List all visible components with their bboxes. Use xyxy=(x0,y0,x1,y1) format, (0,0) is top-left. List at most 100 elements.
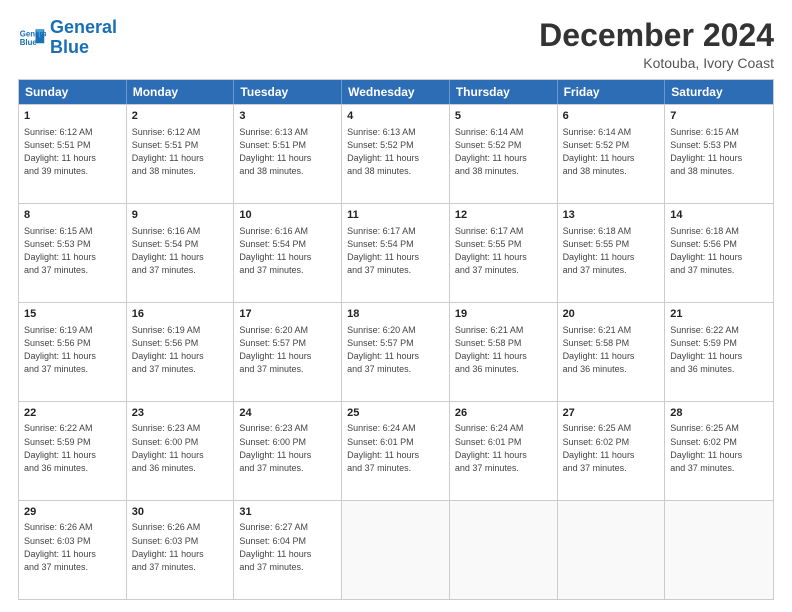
calendar-cell: 4 Sunrise: 6:13 AM Sunset: 5:52 PM Daylig… xyxy=(342,105,450,203)
day-info: Sunrise: 6:15 AM Sunset: 5:53 PM Dayligh… xyxy=(670,126,768,178)
calendar-cell: 12Sunrise: 6:17 AM Sunset: 5:55 PM Dayli… xyxy=(450,204,558,302)
day-number: 8 xyxy=(24,208,121,223)
day-number: 23 xyxy=(132,406,229,421)
day-info: Sunrise: 6:13 AM Sunset: 5:52 PM Dayligh… xyxy=(347,126,444,178)
calendar-cell: 24Sunrise: 6:23 AM Sunset: 6:00 PM Dayli… xyxy=(234,402,342,500)
calendar-cell: 11 Sunrise: 6:17 AM Sunset: 5:54 PM Dayli… xyxy=(342,204,450,302)
day-info: Sunrise: 6:22 AM Sunset: 5:59 PM Dayligh… xyxy=(670,324,768,376)
subtitle: Kotouba, Ivory Coast xyxy=(539,55,774,71)
calendar-cell: 30Sunrise: 6:26 AM Sunset: 6:03 PM Dayli… xyxy=(127,501,235,599)
day-number: 26 xyxy=(455,406,552,421)
title-block: December 2024 Kotouba, Ivory Coast xyxy=(539,18,774,71)
calendar-cell: 7 Sunrise: 6:15 AM Sunset: 5:53 PM Daylig… xyxy=(665,105,773,203)
calendar-cell: 10Sunrise: 6:16 AM Sunset: 5:54 PM Dayli… xyxy=(234,204,342,302)
day-number: 29 xyxy=(24,505,121,520)
day-number: 16 xyxy=(132,307,229,322)
calendar-cell: 19 Sunrise: 6:21 AM Sunset: 5:58 PM Dayli… xyxy=(450,303,558,401)
calendar-cell: 15Sunrise: 6:19 AM Sunset: 5:56 PM Dayli… xyxy=(19,303,127,401)
day-info: Sunrise: 6:21 AM Sunset: 5:58 PM Dayligh… xyxy=(563,324,660,376)
day-number: 5 xyxy=(455,109,552,124)
calendar-cell: 26Sunrise: 6:24 AM Sunset: 6:01 PM Dayli… xyxy=(450,402,558,500)
day-number: 31 xyxy=(239,505,336,520)
day-info: Sunrise: 6:25 AM Sunset: 6:02 PM Dayligh… xyxy=(563,422,660,474)
day-number: 2 xyxy=(132,109,229,124)
day-info: Sunrise: 6:15 AM Sunset: 5:53 PM Dayligh… xyxy=(24,225,121,277)
day-number: 30 xyxy=(132,505,229,520)
svg-text:General: General xyxy=(20,29,46,38)
day-number: 18 xyxy=(347,307,444,322)
day-number: 17 xyxy=(239,307,336,322)
calendar-cell: 25Sunrise: 6:24 AM Sunset: 6:01 PM Dayli… xyxy=(342,402,450,500)
header-sunday: Sunday xyxy=(19,80,127,104)
day-number: 13 xyxy=(563,208,660,223)
svg-text:Blue: Blue xyxy=(20,38,38,47)
day-info: Sunrise: 6:19 AM Sunset: 5:56 PM Dayligh… xyxy=(132,324,229,376)
calendar-cell: 29Sunrise: 6:26 AM Sunset: 6:03 PM Dayli… xyxy=(19,501,127,599)
day-number: 9 xyxy=(132,208,229,223)
calendar-row-1: 1 Sunrise: 6:12 AM Sunset: 5:51 PM Daylig… xyxy=(19,104,773,203)
calendar-cell xyxy=(342,501,450,599)
calendar-cell: 31Sunrise: 6:27 AM Sunset: 6:04 PM Dayli… xyxy=(234,501,342,599)
day-info: Sunrise: 6:21 AM Sunset: 5:58 PM Dayligh… xyxy=(455,324,552,376)
calendar-cell: 13 Sunrise: 6:18 AM Sunset: 5:55 PM Dayli… xyxy=(558,204,666,302)
day-number: 27 xyxy=(563,406,660,421)
calendar-header: Sunday Monday Tuesday Wednesday Thursday… xyxy=(19,80,773,104)
calendar-cell xyxy=(558,501,666,599)
day-number: 21 xyxy=(670,307,768,322)
calendar-row-5: 29Sunrise: 6:26 AM Sunset: 6:03 PM Dayli… xyxy=(19,500,773,599)
calendar-cell: 9 Sunrise: 6:16 AM Sunset: 5:54 PM Daylig… xyxy=(127,204,235,302)
calendar-row-2: 8 Sunrise: 6:15 AM Sunset: 5:53 PM Daylig… xyxy=(19,203,773,302)
day-number: 11 xyxy=(347,208,444,223)
header-monday: Monday xyxy=(127,80,235,104)
day-info: Sunrise: 6:16 AM Sunset: 5:54 PM Dayligh… xyxy=(132,225,229,277)
day-info: Sunrise: 6:24 AM Sunset: 6:01 PM Dayligh… xyxy=(347,422,444,474)
day-number: 22 xyxy=(24,406,121,421)
page: General Blue GeneralBlue December 2024 K… xyxy=(0,0,792,612)
day-number: 3 xyxy=(239,109,336,124)
calendar-cell: 21 Sunrise: 6:22 AM Sunset: 5:59 PM Dayli… xyxy=(665,303,773,401)
day-info: Sunrise: 6:12 AM Sunset: 5:51 PM Dayligh… xyxy=(132,126,229,178)
calendar-cell xyxy=(665,501,773,599)
header: General Blue GeneralBlue December 2024 K… xyxy=(18,18,774,71)
header-wednesday: Wednesday xyxy=(342,80,450,104)
calendar-body: 1 Sunrise: 6:12 AM Sunset: 5:51 PM Daylig… xyxy=(19,104,773,599)
day-info: Sunrise: 6:25 AM Sunset: 6:02 PM Dayligh… xyxy=(670,422,768,474)
calendar: Sunday Monday Tuesday Wednesday Thursday… xyxy=(18,79,774,600)
header-thursday: Thursday xyxy=(450,80,558,104)
logo-icon: General Blue xyxy=(18,24,46,52)
day-info: Sunrise: 6:17 AM Sunset: 5:54 PM Dayligh… xyxy=(347,225,444,277)
day-info: Sunrise: 6:24 AM Sunset: 6:01 PM Dayligh… xyxy=(455,422,552,474)
calendar-cell: 5Sunrise: 6:14 AM Sunset: 5:52 PM Daylig… xyxy=(450,105,558,203)
day-number: 19 xyxy=(455,307,552,322)
calendar-row-4: 22Sunrise: 6:22 AM Sunset: 5:59 PM Dayli… xyxy=(19,401,773,500)
day-info: Sunrise: 6:22 AM Sunset: 5:59 PM Dayligh… xyxy=(24,422,121,474)
day-number: 7 xyxy=(670,109,768,124)
day-number: 4 xyxy=(347,109,444,124)
day-info: Sunrise: 6:18 AM Sunset: 5:55 PM Dayligh… xyxy=(563,225,660,277)
day-info: Sunrise: 6:27 AM Sunset: 6:04 PM Dayligh… xyxy=(239,521,336,573)
calendar-cell: 14Sunrise: 6:18 AM Sunset: 5:56 PM Dayli… xyxy=(665,204,773,302)
day-number: 6 xyxy=(563,109,660,124)
main-title: December 2024 xyxy=(539,18,774,53)
calendar-cell: 20 Sunrise: 6:21 AM Sunset: 5:58 PM Dayli… xyxy=(558,303,666,401)
logo-text: GeneralBlue xyxy=(50,18,117,58)
day-number: 20 xyxy=(563,307,660,322)
calendar-cell: 2 Sunrise: 6:12 AM Sunset: 5:51 PM Daylig… xyxy=(127,105,235,203)
header-saturday: Saturday xyxy=(665,80,773,104)
calendar-cell: 18 Sunrise: 6:20 AM Sunset: 5:57 PM Dayli… xyxy=(342,303,450,401)
logo: General Blue GeneralBlue xyxy=(18,18,117,58)
calendar-cell: 17 Sunrise: 6:20 AM Sunset: 5:57 PM Dayli… xyxy=(234,303,342,401)
day-info: Sunrise: 6:20 AM Sunset: 5:57 PM Dayligh… xyxy=(239,324,336,376)
calendar-row-3: 15Sunrise: 6:19 AM Sunset: 5:56 PM Dayli… xyxy=(19,302,773,401)
calendar-cell: 27Sunrise: 6:25 AM Sunset: 6:02 PM Dayli… xyxy=(558,402,666,500)
day-info: Sunrise: 6:20 AM Sunset: 5:57 PM Dayligh… xyxy=(347,324,444,376)
day-info: Sunrise: 6:14 AM Sunset: 5:52 PM Dayligh… xyxy=(563,126,660,178)
calendar-cell xyxy=(450,501,558,599)
header-friday: Friday xyxy=(558,80,666,104)
day-number: 1 xyxy=(24,109,121,124)
calendar-cell: 22Sunrise: 6:22 AM Sunset: 5:59 PM Dayli… xyxy=(19,402,127,500)
header-tuesday: Tuesday xyxy=(234,80,342,104)
calendar-cell: 1Sunrise: 6:12 AM Sunset: 5:51 PM Daylig… xyxy=(19,105,127,203)
day-info: Sunrise: 6:23 AM Sunset: 6:00 PM Dayligh… xyxy=(239,422,336,474)
calendar-cell: 3Sunrise: 6:13 AM Sunset: 5:51 PM Daylig… xyxy=(234,105,342,203)
